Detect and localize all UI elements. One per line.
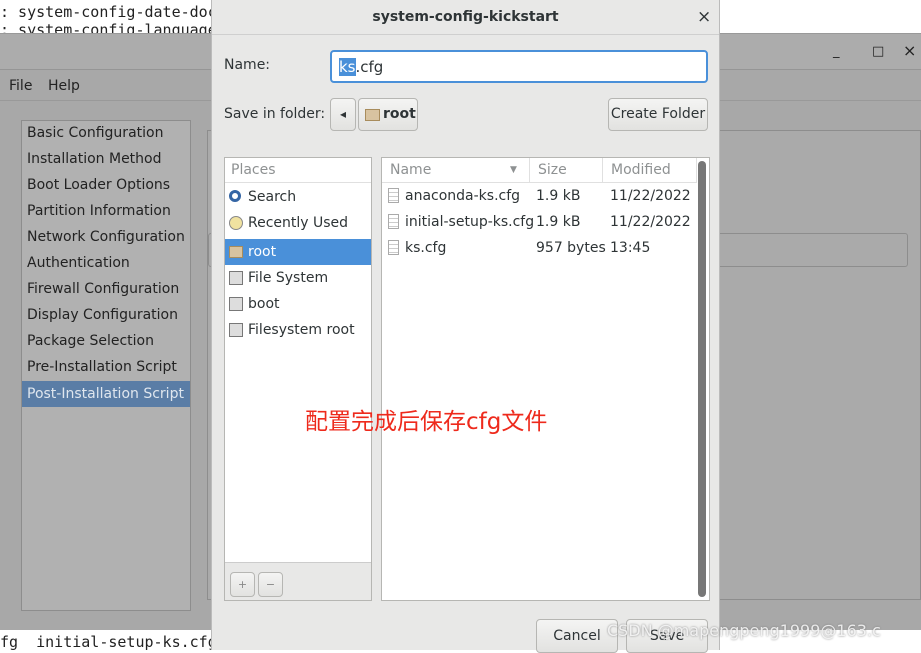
file-icon xyxy=(388,240,399,255)
section-item[interactable]: Basic Configuration xyxy=(27,125,163,141)
folder-root-button[interactable]: root xyxy=(358,98,418,131)
place-search[interactable]: Search xyxy=(225,184,371,210)
cancel-button[interactable]: Cancel xyxy=(536,619,618,653)
drive-icon xyxy=(229,271,243,285)
section-list: Basic Configuration Installation Method … xyxy=(21,120,191,611)
minimize-button[interactable]: _ xyxy=(833,44,840,59)
place-file-system[interactable]: File System xyxy=(225,265,371,291)
place-label: File System xyxy=(248,270,329,286)
watermark: CSDN @mapengpeng1999@163.c xyxy=(607,621,881,640)
place-boot[interactable]: boot xyxy=(225,291,371,317)
place-label: Recently Used xyxy=(248,215,349,231)
column-size[interactable]: Size xyxy=(530,158,603,183)
column-name[interactable]: Name ▼ xyxy=(382,158,530,183)
back-button[interactable]: ◂ xyxy=(330,98,356,131)
file-name: ks.cfg xyxy=(405,240,447,256)
section-item[interactable]: Pre-Installation Script xyxy=(27,359,177,375)
clock-icon xyxy=(229,216,243,230)
file-modified: 11/22/2022 xyxy=(610,214,691,230)
place-filesystem-root[interactable]: Filesystem root xyxy=(225,317,371,343)
file-size: 1.9 kB xyxy=(536,188,581,204)
places-toolbar: + − xyxy=(225,562,371,600)
file-row[interactable]: initial-setup-ks.cfg 1.9 kB 11/22/2022 xyxy=(382,209,697,235)
place-recently-used[interactable]: Recently Used xyxy=(225,210,371,236)
section-item[interactable]: Network Configuration xyxy=(27,229,185,245)
maximize-button[interactable]: □ xyxy=(872,44,884,59)
close-button[interactable]: × xyxy=(903,41,916,60)
file-size: 1.9 kB xyxy=(536,214,581,230)
save-in-label: Save in folder: xyxy=(224,106,326,122)
file-size: 957 bytes xyxy=(536,240,606,256)
file-row[interactable]: ks.cfg 957 bytes 13:45 xyxy=(382,235,697,261)
section-item[interactable]: Partition Information xyxy=(27,203,171,219)
section-item[interactable]: Firewall Configuration xyxy=(27,281,179,297)
add-bookmark-button[interactable]: + xyxy=(230,572,255,597)
section-item-selected[interactable]: Post-Installation Script xyxy=(22,381,190,407)
file-modified: 13:45 xyxy=(610,240,651,256)
section-item[interactable]: Installation Method xyxy=(27,151,162,167)
file-list: Name ▼ Size Modified anaconda-ks.cfg 1.9 k… xyxy=(381,157,710,601)
home-folder-icon xyxy=(229,246,243,258)
drive-icon xyxy=(229,297,243,311)
file-icon xyxy=(388,188,399,203)
menu-help[interactable]: Help xyxy=(48,78,80,94)
folder-label: root xyxy=(383,106,416,122)
place-root[interactable]: root xyxy=(225,239,371,265)
section-item[interactable]: Authentication xyxy=(27,255,130,271)
column-name-label: Name xyxy=(390,162,432,178)
file-name: anaconda-ks.cfg xyxy=(405,188,521,204)
file-icon xyxy=(388,214,399,229)
create-folder-button[interactable]: Create Folder xyxy=(608,98,708,131)
dialog-title: system-config-kickstart xyxy=(212,0,719,35)
terminal-line: : system-config-date-doc xyxy=(0,3,217,21)
section-item[interactable]: Package Selection xyxy=(27,333,154,349)
sort-down-icon: ▼ xyxy=(510,165,517,175)
remove-bookmark-button[interactable]: − xyxy=(258,572,283,597)
places-pane: Places Search Recently Used root File Sy… xyxy=(224,157,372,601)
name-label: Name: xyxy=(224,57,271,73)
scrollbar[interactable] xyxy=(698,161,706,597)
place-label: Search xyxy=(248,189,297,205)
menu-file[interactable]: File xyxy=(9,78,32,94)
file-modified: 11/22/2022 xyxy=(610,188,691,204)
place-label: root xyxy=(248,244,277,260)
section-item[interactable]: Boot Loader Options xyxy=(27,177,170,193)
column-modified[interactable]: Modified xyxy=(603,158,697,183)
place-label: boot xyxy=(248,296,280,312)
home-folder-icon xyxy=(365,109,380,121)
section-item[interactable]: Display Configuration xyxy=(27,307,178,323)
close-icon[interactable]: × xyxy=(697,7,711,27)
name-selection: ks xyxy=(339,58,356,76)
save-dialog: system-config-kickstart × Name: ks.cfg S… xyxy=(211,0,720,653)
drive-icon xyxy=(229,323,243,337)
file-name: initial-setup-ks.cfg xyxy=(405,214,535,230)
name-input[interactable]: ks.cfg xyxy=(330,50,708,83)
file-row[interactable]: anaconda-ks.cfg 1.9 kB 11/22/2022 xyxy=(382,183,697,209)
search-icon xyxy=(229,190,241,202)
annotation-text: 配置完成后保存cfg文件 xyxy=(305,409,548,435)
name-rest: .cfg xyxy=(355,58,384,76)
places-header: Places xyxy=(225,158,371,183)
place-label: Filesystem root xyxy=(248,322,355,338)
